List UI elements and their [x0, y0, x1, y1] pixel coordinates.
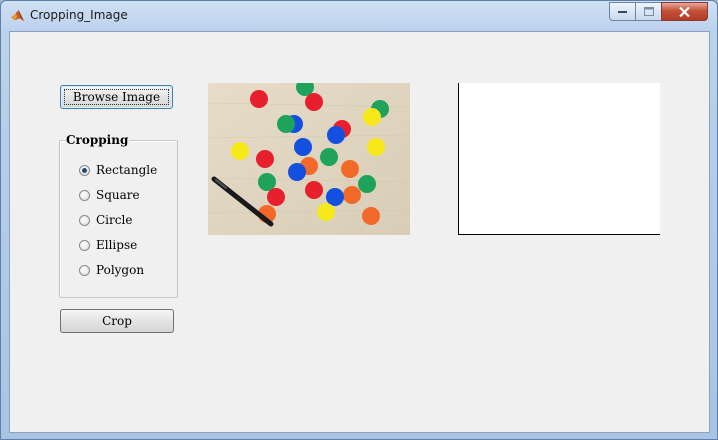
- radio-circle[interactable]: Circle: [79, 212, 132, 228]
- crop-label: Crop: [102, 314, 132, 328]
- radio-ellipse[interactable]: Ellipse: [79, 237, 137, 253]
- matlab-icon: [10, 9, 25, 22]
- radio-label: Square: [96, 188, 140, 202]
- radio-label: Rectangle: [96, 163, 158, 177]
- radio-rectangle[interactable]: Rectangle: [79, 162, 157, 178]
- radio-square[interactable]: Square: [79, 187, 140, 203]
- radio-polygon[interactable]: Polygon: [79, 262, 144, 278]
- source-image-axes[interactable]: [208, 83, 410, 235]
- minimize-icon: [618, 10, 627, 13]
- browse-image-button[interactable]: Browse Image: [60, 85, 173, 109]
- cropped-image-axes[interactable]: [458, 83, 660, 235]
- radio-indicator: [79, 189, 90, 201]
- close-icon: [679, 6, 690, 17]
- radio-indicator: [79, 164, 90, 176]
- cropping-button-group: Cropping Rectangle Square Circle Ellipse…: [59, 133, 178, 298]
- maximize-icon: [643, 7, 654, 16]
- close-button[interactable]: [661, 2, 708, 21]
- title-bar[interactable]: Cropping_Image: [1, 1, 717, 31]
- app-window: Cropping_Image Browse Image Cropping Rec…: [0, 0, 718, 440]
- radio-indicator: [79, 214, 90, 226]
- figure-client-area: Browse Image Cropping Rectangle Square C…: [9, 31, 710, 433]
- radio-indicator: [79, 239, 90, 251]
- radio-label: Ellipse: [96, 238, 138, 252]
- maximize-button[interactable]: [635, 2, 662, 21]
- radio-label: Circle: [96, 213, 133, 227]
- minimize-button[interactable]: [609, 2, 636, 21]
- crop-button[interactable]: Crop: [60, 309, 174, 333]
- radio-label: Polygon: [96, 263, 145, 277]
- radio-indicator: [79, 264, 90, 276]
- focus-rect: [64, 89, 169, 105]
- cropping-group-title: Cropping: [65, 133, 130, 147]
- window-title: Cropping_Image: [30, 8, 128, 22]
